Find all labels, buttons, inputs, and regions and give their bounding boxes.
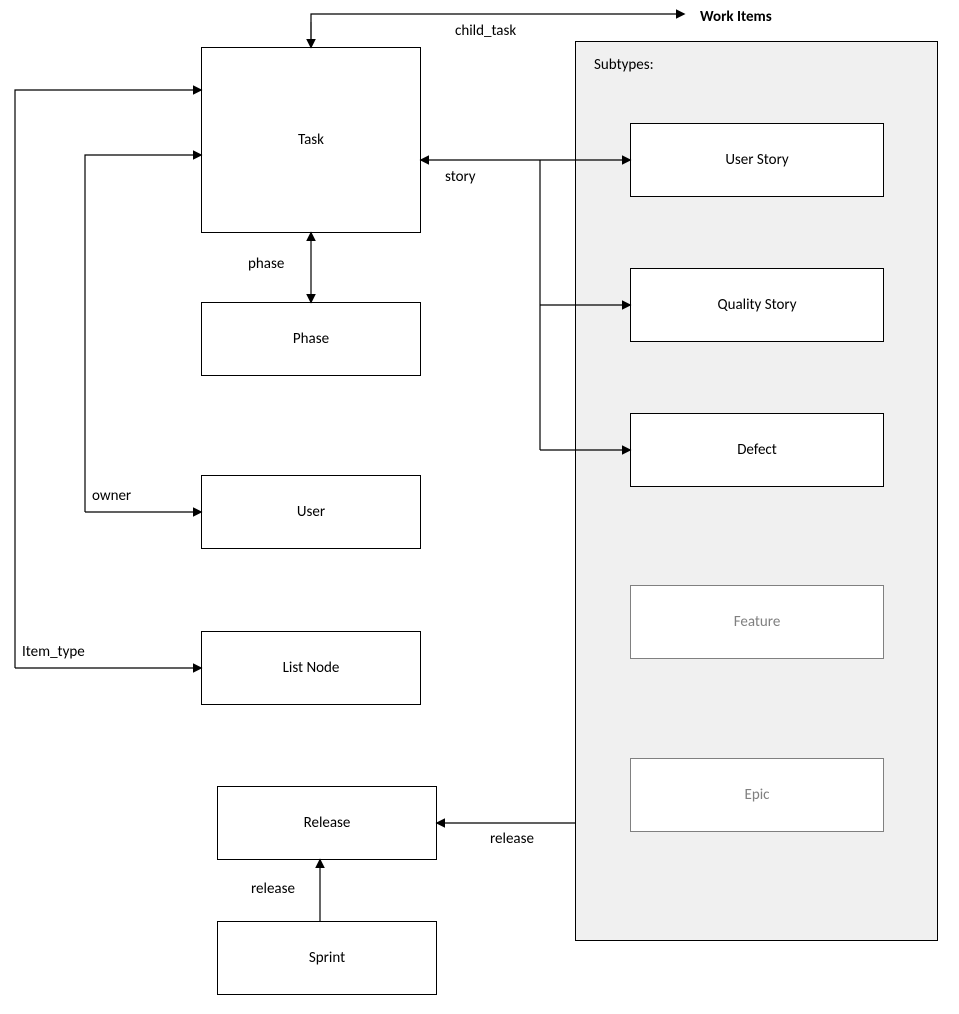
diagram-canvas: Subtypes: Work Items User Story Quality … (0, 0, 959, 1014)
subtype-feature-label: Feature (734, 613, 781, 631)
subtypes-title: Subtypes: (594, 56, 654, 74)
box-list-node-label: List Node (283, 659, 340, 677)
work-items-title: Work Items (700, 8, 772, 26)
subtype-feature: Feature (630, 585, 884, 659)
subtype-user-story: User Story (630, 123, 884, 197)
box-user-label: User (297, 503, 325, 521)
box-phase: Phase (201, 302, 421, 376)
edge-label-owner: owner (92, 487, 131, 505)
subtype-defect-label: Defect (737, 441, 777, 459)
box-sprint: Sprint (217, 921, 437, 995)
subtype-epic-label: Epic (745, 786, 770, 804)
edge-label-story: story (445, 168, 476, 186)
edge-label-release-sprint: release (251, 880, 295, 898)
box-phase-label: Phase (293, 330, 329, 348)
box-release: Release (217, 786, 437, 860)
subtype-quality-story: Quality Story (630, 268, 884, 342)
subtype-user-story-label: User Story (725, 151, 788, 169)
subtype-defect: Defect (630, 413, 884, 487)
subtype-quality-story-label: Quality Story (717, 296, 796, 314)
box-user: User (201, 475, 421, 549)
box-release-label: Release (304, 814, 351, 832)
box-list-node: List Node (201, 631, 421, 705)
edge-label-item-type: Item_type (22, 643, 85, 661)
edge-label-release-right: release (490, 830, 534, 848)
box-task: Task (201, 47, 421, 233)
box-task-label: Task (298, 131, 324, 149)
box-sprint-label: Sprint (309, 949, 345, 967)
edge-label-child-task: child_task (455, 22, 516, 40)
subtype-epic: Epic (630, 758, 884, 832)
edge-label-phase: phase (248, 255, 284, 273)
